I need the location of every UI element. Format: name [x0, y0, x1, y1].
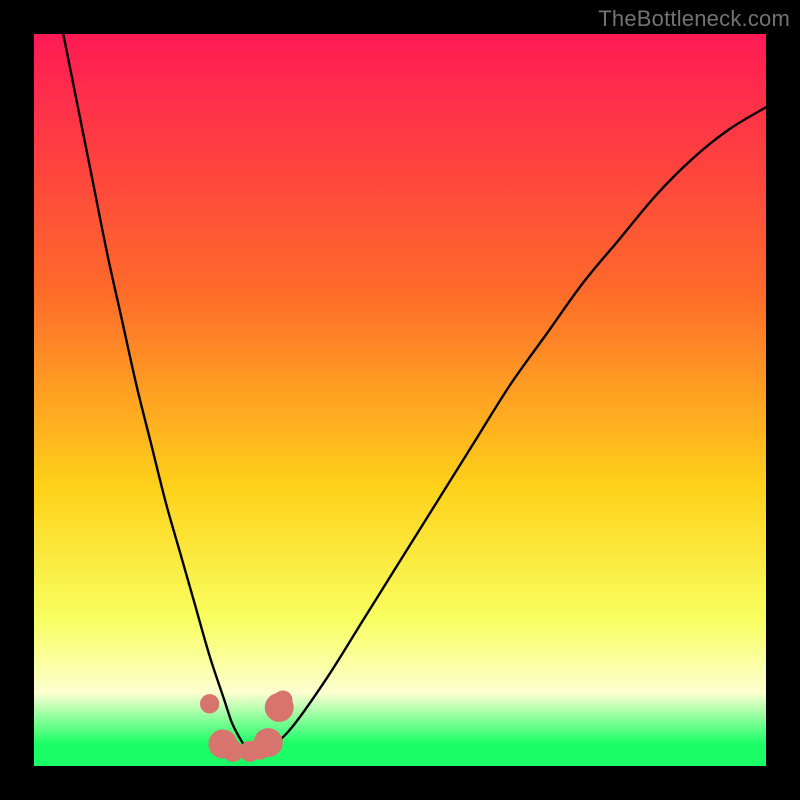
plot-area: [34, 34, 766, 766]
watermark-text: TheBottleneck.com: [598, 6, 790, 32]
curve-markers: [200, 690, 294, 761]
curve-path: [63, 34, 766, 751]
curve-marker: [200, 694, 219, 713]
curve-marker: [254, 728, 283, 757]
curve-marker: [273, 690, 292, 709]
chart-frame: TheBottleneck.com: [0, 0, 800, 800]
bottleneck-curve: [34, 34, 766, 766]
